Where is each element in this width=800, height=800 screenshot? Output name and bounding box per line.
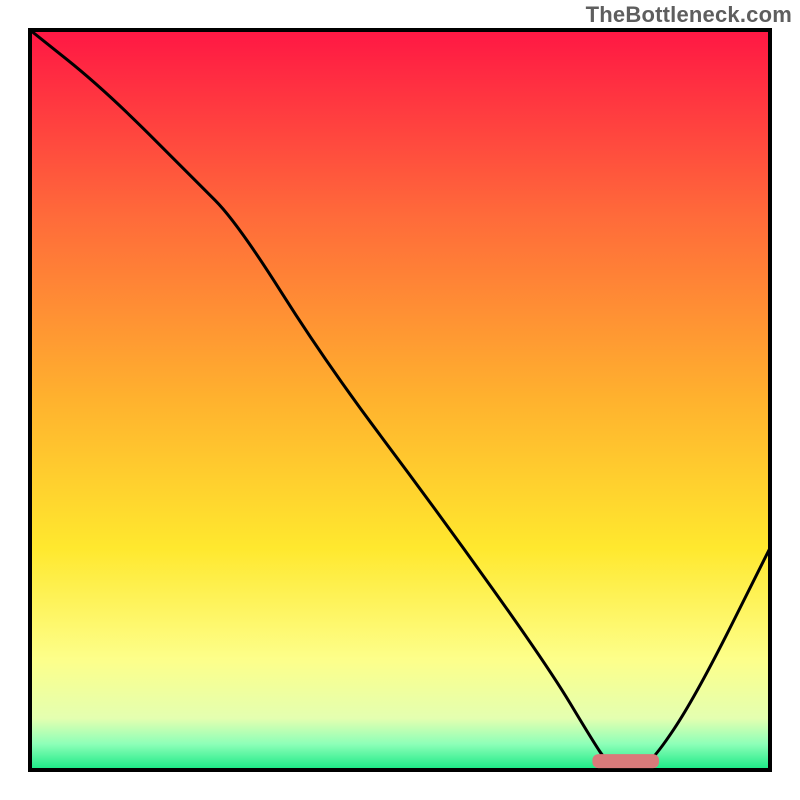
- optimum-marker: [592, 754, 659, 768]
- bottleneck-chart: [0, 0, 800, 800]
- plot-background: [30, 30, 770, 770]
